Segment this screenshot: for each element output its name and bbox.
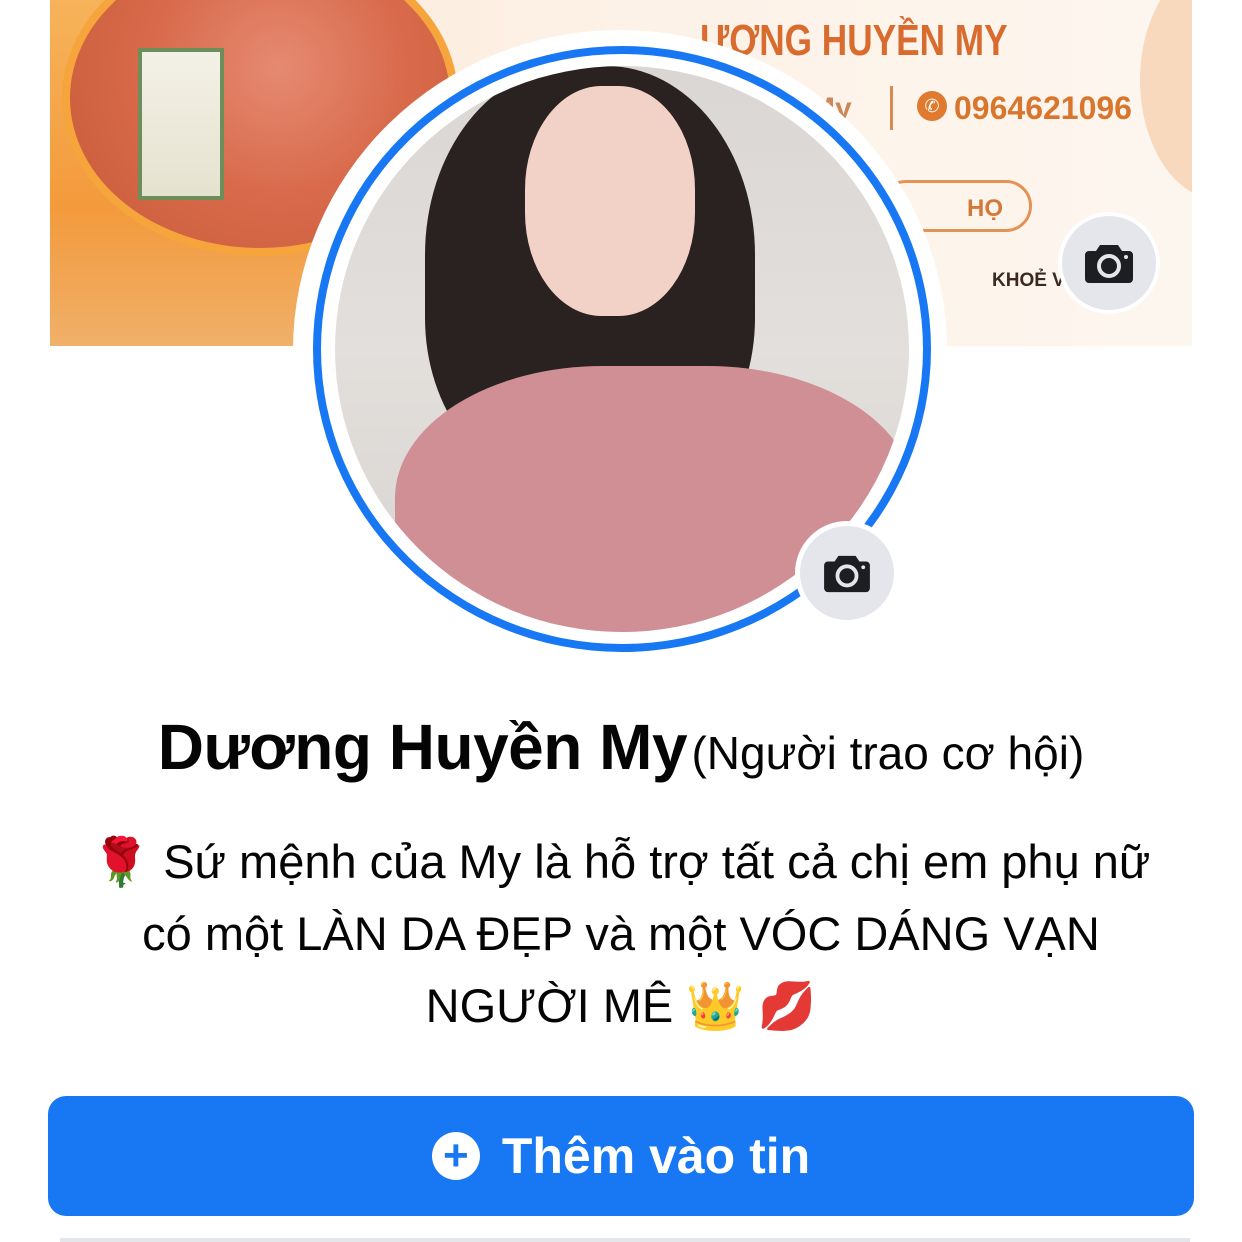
plus-circle-icon: + [431,1132,480,1180]
camera-icon [1085,245,1133,283]
cover-phone: 0964621096 [954,90,1132,126]
edit-profile-picture-camera-button[interactable] [795,521,899,625]
bio-line: NGƯỜI MÊ 👑 💋 [425,979,817,1032]
add-to-story-label: Thêm vào tin [501,1128,811,1184]
profile-bio: 🌹 Sứ mệnh của My là hỗ trợ tất cả chị em… [40,826,1202,1042]
phone-icon: ✆ [917,91,947,121]
cover-divider [890,86,893,130]
profile-name: Dương Huyền My [157,711,688,783]
profile-alternate-name: (Người trao cơ hội) [691,727,1085,779]
add-to-story-button[interactable]: + Thêm vào tin [48,1096,1194,1216]
edit-cover-camera-button[interactable] [1058,212,1160,314]
bio-line: 🌹 Sứ mệnh của My là hỗ trợ tất cả chị em… [91,835,1151,888]
cover-product-image [138,48,224,200]
camera-icon [824,555,870,593]
profile-name-line: Dương Huyền My (Người trao cơ hội) [0,710,1242,784]
profile-face [525,86,695,316]
divider [60,1238,1190,1242]
cover-decoration [1140,0,1192,200]
bio-line: có một LÀN DA ĐẸP và một VÓC DÁNG VẠN [142,907,1100,960]
